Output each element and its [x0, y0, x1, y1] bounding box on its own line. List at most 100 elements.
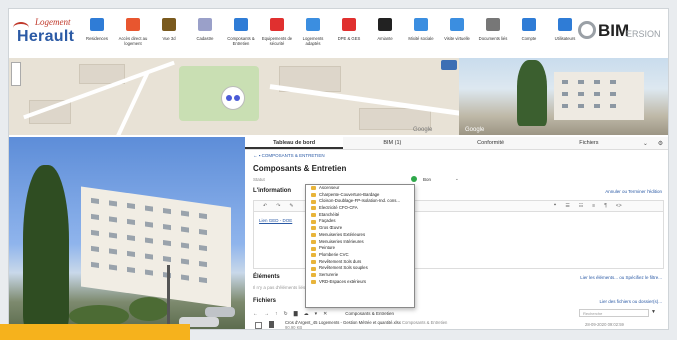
file-icon — [269, 321, 274, 328]
chevron-down-icon[interactable]: ⌄ — [643, 140, 648, 147]
nav-item-4[interactable]: Composants & Entretien — [225, 11, 257, 57]
dropdown-item[interactable]: VRD-Espaces extérieurs — [306, 279, 414, 286]
quote-icon[interactable]: ❝ — [554, 203, 557, 209]
link-elements-link[interactable]: Lier les éléments... ou Spécifiez le fil… — [580, 275, 662, 280]
back-icon[interactable]: ← — [253, 311, 258, 317]
dropdown-item[interactable]: Electricité CFO-CFA — [306, 205, 414, 212]
dropdown-item[interactable]: Gros Œuvre — [306, 225, 414, 232]
dropdown-item[interactable]: Menuiseries Extérieures — [306, 232, 414, 239]
files-search-input[interactable]: Recherche — [579, 309, 649, 317]
download-icon[interactable]: ▾ — [315, 311, 318, 317]
upload-icon[interactable]: ☁ — [304, 311, 309, 317]
nav-item-9[interactable]: Mixité sociale — [405, 11, 437, 57]
map-zoom-control[interactable] — [11, 62, 21, 86]
brand-main: BIM — [598, 21, 630, 40]
nav-item-10[interactable]: Visite virtuelle — [441, 11, 473, 57]
settings-gear-icon[interactable]: ⚙ — [658, 140, 663, 147]
elements-heading: Éléments — [253, 274, 280, 280]
dropdown-item[interactable]: Ascenseur — [306, 185, 414, 192]
up-icon[interactable]: ↑ — [275, 311, 278, 317]
dropdown-item[interactable]: Façades — [306, 218, 414, 225]
location-pin-icon[interactable] — [221, 86, 245, 110]
undo-icon[interactable]: ↶ — [263, 203, 267, 209]
dropdown-item[interactable]: Menuiseries Intérieures — [306, 239, 414, 246]
dropdown-item-label: Menuiseries Extérieures — [319, 231, 366, 237]
photo-building — [81, 186, 231, 308]
file-row[interactable]: Cros d'Argent_45 Logements - Gestion Mét… — [253, 320, 662, 329]
dropdown-item[interactable]: Cloison-Doublage-FP-Isolation-Ind. cons.… — [306, 198, 414, 205]
delete-icon[interactable]: ✕ — [323, 311, 327, 317]
nav-label: Vue 3d — [162, 36, 176, 41]
filter-icon[interactable]: ▼ — [651, 309, 656, 315]
align-icon[interactable]: ≡ — [592, 203, 595, 209]
dropdown-item[interactable]: Revêtement Sols durs — [306, 259, 414, 266]
folder-icon — [311, 239, 316, 244]
nav-label: Residences — [86, 36, 108, 41]
dropdown-item[interactable]: Serrurerie — [306, 272, 414, 279]
tab-conformite[interactable]: Conformité — [442, 137, 540, 149]
link-files-link[interactable]: Lier des fichiers ou dossier(s)... — [599, 299, 662, 304]
code-icon[interactable]: <> — [616, 203, 622, 209]
map-park — [179, 66, 259, 121]
dropdown-item-label: Plomberie CVC — [319, 251, 349, 257]
nav-label: Logements adaptés — [302, 36, 324, 46]
breadcrumb[interactable]: ← ▪ COMPOSANTS & ENTRETIEN — [253, 153, 325, 158]
dropdown-item[interactable]: Etanchéité — [306, 212, 414, 219]
bottom-highlight-bar — [0, 324, 190, 340]
tab-fichiers[interactable]: Fichiers — [540, 137, 638, 149]
nav-label: Documents liés — [478, 36, 508, 41]
editor-link[interactable]: Lien GED - DOE — [259, 218, 292, 223]
page-title: Composants & Entretien — [253, 164, 347, 173]
redo-icon[interactable]: ↷ — [276, 203, 280, 209]
dropdown-item-label: Menuiseries Intérieures — [319, 238, 364, 244]
map-view[interactable]: Google — [9, 58, 459, 135]
file-checkbox[interactable] — [255, 322, 262, 329]
files-toolbar: ← → ↑ ↻ ▇ ☁ ▾ ✕ Composants & Entretien R… — [253, 309, 662, 318]
nav-item-12[interactable]: Compte — [513, 11, 545, 57]
nav-item-2[interactable]: Vue 3d — [153, 11, 185, 57]
refresh-icon[interactable]: ↻ — [284, 311, 288, 317]
users-icon — [555, 14, 575, 34]
nav-item-3[interactable]: Cadastre — [189, 11, 221, 57]
tab-dashboard[interactable]: Tableau de bord — [245, 137, 344, 149]
dropdown-item-label: Revêtement Sols souples — [319, 265, 368, 271]
dropdown-item[interactable]: Plomberie CVC — [306, 252, 414, 259]
edit-action-link[interactable]: Annuler ou Terminer l'édition — [605, 189, 662, 194]
dropdown-item[interactable]: Charpente-Couverture-Bardage — [306, 192, 414, 199]
home-icon — [123, 14, 143, 34]
new-folder-icon[interactable]: ▇ — [294, 311, 298, 317]
nav-item-7[interactable]: DPE & GES — [333, 11, 365, 57]
building-photo — [9, 137, 245, 329]
folder-icon — [311, 233, 316, 238]
nav-item-5[interactable]: Equipements de sécurité — [261, 11, 293, 57]
nav-item-6[interactable]: Logements adaptés — [297, 11, 329, 57]
nav-item-11[interactable]: Documents liés — [477, 11, 509, 57]
dropdown-item-label: Façades — [319, 218, 336, 224]
dropdown-item[interactable]: Peinture — [306, 245, 414, 252]
paragraph-icon[interactable]: ¶ — [604, 203, 607, 209]
nav-item-1[interactable]: Accès direct au logement — [117, 11, 149, 57]
dropdown-item-label: Ascenseur — [319, 185, 340, 190]
forward-icon[interactable]: → — [264, 311, 269, 317]
ordered-list-icon[interactable]: ☷ — [579, 203, 583, 209]
street-view[interactable]: Google — [459, 58, 668, 135]
dropdown-item-label: Cloison-Doublage-FP-Isolation-Ind. cons.… — [319, 198, 400, 204]
component-category-dropdown[interactable]: Ascenseur Charpente-Couverture-Bardage Clo… — [305, 184, 415, 308]
files-heading: Fichiers — [253, 298, 277, 304]
account-icon — [519, 14, 539, 34]
energy-icon — [339, 14, 359, 34]
gear-icon — [578, 21, 596, 39]
map-layer-button[interactable] — [441, 60, 457, 70]
list-icon[interactable]: ☰ — [565, 203, 569, 209]
nav-item-0[interactable]: Residences — [81, 11, 113, 57]
logement-herault-logo[interactable]: Logement Herault — [13, 15, 79, 53]
dropdown-item-label: VRD-Espaces extérieurs — [319, 278, 367, 284]
format-icon[interactable]: ✎ — [289, 203, 293, 209]
tab-bim[interactable]: BIM (1) — [343, 137, 441, 149]
status-select[interactable]: Bon ⌄ — [411, 176, 459, 182]
dropdown-item[interactable]: Revêtement Sols souples — [306, 265, 414, 272]
sv-google-label: Google — [465, 127, 485, 133]
nav-item-8[interactable]: Amiante — [369, 11, 401, 57]
file-name[interactable]: Cros d'Argent_45 Logements - Gestion Mét… — [285, 320, 447, 325]
nav-label: Cadastre — [196, 36, 214, 41]
